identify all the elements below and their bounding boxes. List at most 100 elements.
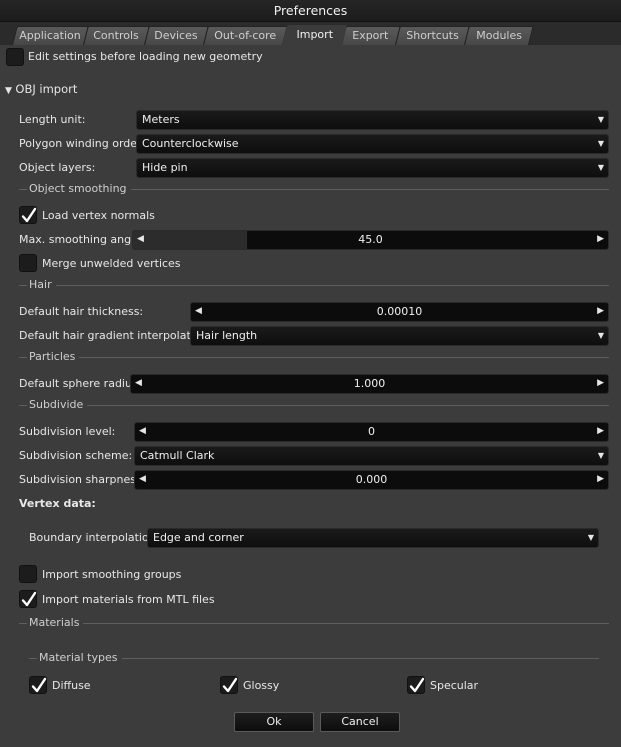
chevron-down-icon: ▼ — [597, 163, 604, 172]
tab-out-of-core[interactable]: Out-of-core — [203, 26, 288, 45]
dialog-buttons: Ok Cancel — [0, 712, 621, 732]
object-layers-row: Object layers: Hide pin ▼ — [0, 158, 621, 178]
check-icon — [21, 207, 37, 223]
subdivision-level-slider[interactable]: ◀ 0 ▶ — [134, 422, 609, 442]
hair-gradient-value: Hair length — [196, 329, 258, 342]
triangle-right-icon[interactable]: ▶ — [597, 378, 604, 388]
max-smoothing-angle-value: 45.0 — [358, 233, 383, 246]
object-layers-label: Object layers: — [19, 161, 96, 174]
hair-thickness-slider[interactable]: ◀ 0.00010 ▶ — [190, 302, 609, 322]
check-icon — [21, 591, 37, 607]
object-layers-dropdown[interactable]: Hide pin ▼ — [136, 158, 609, 178]
hair-gradient-row: Default hair gradient interpolation: Hai… — [0, 326, 621, 346]
triangle-right-icon[interactable]: ▶ — [597, 426, 604, 436]
tab-bar: Application Controls Devices Out-of-core… — [0, 22, 621, 45]
sphere-radius-label: Default sphere radius: — [19, 377, 142, 390]
winding-order-dropdown[interactable]: Counterclockwise ▼ — [136, 134, 609, 154]
subdivision-level-row: Subdivision level: ◀ 0 ▶ — [0, 422, 621, 442]
materials-section: Materials — [0, 616, 621, 630]
object-smoothing-title: Object smoothing — [29, 182, 131, 195]
sphere-radius-row: Default sphere radius: ◀ 1.000 ▶ — [0, 374, 621, 394]
vertex-data-heading: Vertex data: — [19, 497, 96, 510]
specular-label: Specular — [430, 679, 479, 692]
diffuse-checkbox[interactable] — [29, 676, 47, 694]
winding-order-row: Polygon winding order: Counterclockwise … — [0, 134, 621, 154]
merge-unwelded-label: Merge unwelded vertices — [42, 257, 181, 270]
object-smoothing-section: Object smoothing — [0, 182, 621, 196]
triangle-right-icon[interactable]: ▶ — [597, 306, 604, 316]
subdivision-scheme-label: Subdivision scheme: — [19, 449, 133, 462]
load-vertex-normals-label: Load vertex normals — [42, 209, 155, 222]
glossy-checkbox[interactable] — [220, 676, 238, 694]
tab-shortcuts[interactable]: Shortcuts — [395, 26, 470, 45]
chevron-down-icon: ▼ — [597, 115, 604, 124]
winding-order-label: Polygon winding order: — [19, 137, 146, 150]
subdivision-scheme-dropdown[interactable]: Catmull Clark ▼ — [134, 446, 609, 466]
check-icon — [409, 677, 425, 693]
chevron-down-icon: ▼ — [597, 139, 604, 148]
window-title: Preferences — [273, 3, 348, 18]
load-vertex-normals-checkbox[interactable] — [19, 206, 37, 224]
tab-application[interactable]: Application — [12, 26, 89, 45]
hair-section: Hair — [0, 278, 621, 292]
collapse-icon: ▼ — [5, 86, 12, 96]
boundary-interpolation-dropdown[interactable]: Edge and corner ▼ — [147, 528, 599, 548]
check-icon — [31, 677, 47, 693]
import-smoothing-groups-label: Import smoothing groups — [42, 568, 182, 581]
edit-settings-checkbox[interactable] — [6, 48, 24, 66]
subdivision-sharpness-label: Subdivision sharpness: — [19, 473, 146, 486]
chevron-down-icon: ▼ — [597, 451, 604, 460]
particles-section-title: Particles — [29, 350, 80, 363]
tab-modules[interactable]: Modules — [464, 26, 534, 45]
subdivision-sharpness-row: Subdivision sharpness: ◀ 0.000 ▶ — [0, 470, 621, 490]
import-mtl-checkbox[interactable] — [19, 590, 37, 608]
specular-checkbox[interactable] — [407, 676, 425, 694]
sphere-radius-slider[interactable]: ◀ 1.000 ▶ — [130, 374, 609, 394]
hair-gradient-label: Default hair gradient interpolation: — [19, 329, 212, 342]
materials-section-title: Materials — [29, 616, 84, 629]
max-smoothing-angle-row: Max. smoothing angle: ◀ 45.0 ▶ — [0, 230, 621, 250]
triangle-right-icon[interactable]: ▶ — [597, 234, 604, 244]
obj-import-collapse-toggle[interactable]: ▼ OBJ import — [5, 82, 77, 96]
subdivision-scheme-value: Catmull Clark — [140, 449, 215, 462]
length-unit-label: Length unit: — [19, 113, 86, 126]
tab-devices[interactable]: Devices — [144, 26, 209, 45]
subdivision-level-value: 0 — [368, 425, 375, 438]
length-unit-dropdown[interactable]: Meters ▼ — [136, 110, 609, 130]
cancel-button[interactable]: Cancel — [320, 712, 400, 732]
merge-unwelded-checkbox[interactable] — [19, 254, 37, 272]
material-types-section: Material types — [0, 651, 621, 665]
tab-controls[interactable]: Controls — [83, 26, 150, 45]
subdivide-section: Subdivide — [0, 398, 621, 412]
chevron-down-icon: ▼ — [597, 331, 604, 340]
hair-gradient-dropdown[interactable]: Hair length ▼ — [190, 326, 609, 346]
diffuse-label: Diffuse — [52, 679, 91, 692]
hair-thickness-row: Default hair thickness: ◀ 0.00010 ▶ — [0, 302, 621, 322]
boundary-interpolation-label: Boundary interpolation: — [29, 531, 160, 544]
subdivision-sharpness-value: 0.000 — [355, 473, 388, 486]
hair-section-title: Hair — [29, 278, 56, 291]
boundary-interpolation-value: Edge and corner — [153, 531, 244, 544]
window-title-bar[interactable]: Preferences — [0, 0, 621, 22]
chevron-down-icon: ▼ — [587, 533, 594, 542]
tab-export[interactable]: Export — [341, 26, 401, 45]
tab-import[interactable]: Import — [282, 25, 347, 45]
particles-section: Particles — [0, 350, 621, 364]
length-unit-row: Length unit: Meters ▼ — [0, 110, 621, 130]
import-mtl-label: Import materials from MTL files — [42, 593, 215, 606]
length-unit-value: Meters — [142, 113, 180, 126]
sphere-radius-value: 1.000 — [353, 377, 386, 390]
subdivision-sharpness-slider[interactable]: ◀ 0.000 ▶ — [134, 470, 609, 490]
ok-button[interactable]: Ok — [234, 712, 314, 732]
material-types-title: Material types — [39, 651, 122, 664]
hair-thickness-value: 0.00010 — [376, 305, 423, 318]
object-layers-value: Hide pin — [142, 161, 188, 174]
subdivide-section-title: Subdivide — [29, 398, 88, 411]
triangle-right-icon[interactable]: ▶ — [597, 474, 604, 484]
max-smoothing-angle-label: Max. smoothing angle: — [19, 233, 145, 246]
import-smoothing-groups-checkbox[interactable] — [19, 565, 37, 583]
subdivision-scheme-row: Subdivision scheme: Catmull Clark ▼ — [0, 446, 621, 466]
edit-settings-label: Edit settings before loading new geometr… — [28, 50, 263, 63]
hair-thickness-label: Default hair thickness: — [19, 305, 144, 318]
max-smoothing-angle-slider[interactable]: ◀ 45.0 ▶ — [132, 230, 609, 250]
